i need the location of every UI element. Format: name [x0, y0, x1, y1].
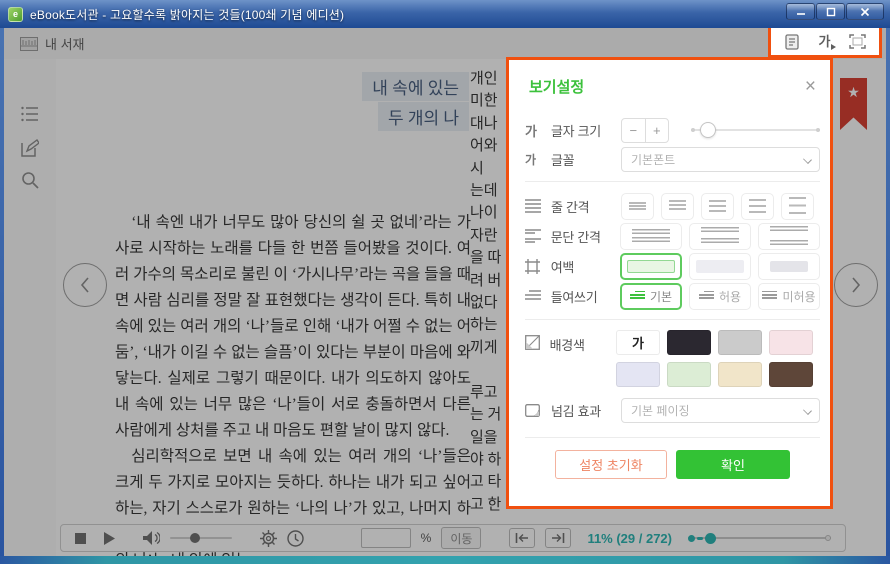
line-spacing-option-4[interactable]	[741, 193, 774, 220]
font-size-stepper: − +	[621, 118, 669, 143]
font-family-value: 기본폰트	[631, 151, 675, 168]
line-spacing-option-2[interactable]	[661, 193, 694, 220]
indent-option-default-selected[interactable]: 기본	[620, 283, 682, 310]
chevron-down-icon	[803, 406, 812, 415]
paragraph-spacing-option-2[interactable]	[689, 223, 751, 250]
indent-label: 들여쓰기	[551, 287, 620, 306]
chevron-down-icon	[803, 155, 812, 164]
reset-settings-button[interactable]: 설정 초기화	[555, 450, 667, 479]
indent-option-icon	[762, 291, 777, 302]
minimize-button[interactable]	[786, 3, 815, 20]
page-effect-value: 기본 페이징	[631, 402, 690, 419]
paragraph-spacing-icon	[525, 229, 551, 243]
view-settings-icon[interactable]	[784, 34, 800, 50]
line-spacing-option-5[interactable]	[781, 193, 814, 220]
client-area: 내 서재 내 속에 있는 두 개의 나 ‘내 속엔 내가 너무도 많아 당신의 …	[4, 28, 886, 556]
line-spacing-option-3[interactable]	[701, 193, 734, 220]
margin-option-2[interactable]	[689, 253, 751, 280]
bg-swatch-white[interactable]: 가	[616, 330, 660, 355]
fullscreen-icon[interactable]	[849, 34, 866, 49]
margin-icon	[525, 259, 551, 274]
indent-icon	[525, 290, 551, 302]
font-size-slider-knob[interactable]	[700, 122, 716, 138]
font-family-label: 글꼴	[551, 150, 621, 169]
bg-swatch-brown[interactable]	[769, 362, 813, 387]
indent-option-disallow[interactable]: 미허용	[758, 283, 820, 310]
close-button[interactable]	[846, 3, 884, 20]
margin-option-1-selected[interactable]	[620, 253, 682, 280]
bg-swatch-gray[interactable]	[718, 330, 762, 355]
line-spacing-icon	[525, 199, 551, 213]
background-color-icon	[525, 335, 550, 350]
app-icon: e	[8, 7, 23, 22]
bg-swatch-beige[interactable]	[718, 362, 762, 387]
font-settings-icon[interactable]: 가	[819, 35, 831, 48]
line-spacing-label: 줄 간격	[551, 197, 621, 216]
paragraph-spacing-option-3[interactable]	[758, 223, 820, 250]
background-color-label: 배경색	[550, 335, 616, 354]
view-settings-panel: 보기설정 × 가 글자 크기 − +	[506, 57, 833, 509]
indent-option-label: 허용	[719, 288, 741, 305]
panel-title: 보기설정	[529, 76, 584, 97]
font-size-label: 글자 크기	[551, 121, 621, 140]
toolbar-annotation-box: 가	[768, 28, 882, 58]
font-size-slider[interactable]	[691, 122, 820, 138]
bg-swatch-sample-text: 가	[632, 333, 644, 352]
indent-option-icon	[630, 291, 645, 302]
confirm-button[interactable]: 확인	[676, 450, 790, 479]
bg-swatch-dark[interactable]	[667, 330, 711, 355]
bg-swatch-pink[interactable]	[769, 330, 813, 355]
indent-option-allow[interactable]: 허용	[689, 283, 751, 310]
panel-close-icon[interactable]: ×	[805, 77, 816, 96]
window-bottom-frame	[0, 556, 890, 564]
font-size-increase-button[interactable]: +	[646, 119, 669, 142]
font-family-select[interactable]: 기본폰트	[621, 147, 820, 172]
indent-option-label: 기본	[650, 288, 672, 305]
title-bar: e eBook도서관 - 고요할수록 밝아지는 것들(100쇄 기념 에디션)	[0, 0, 890, 28]
margin-option-3[interactable]	[758, 253, 820, 280]
paragraph-spacing-option-1[interactable]	[620, 223, 682, 250]
paragraph-spacing-label: 문단 간격	[551, 227, 620, 246]
page-effect-select[interactable]: 기본 페이징	[621, 398, 820, 423]
window-title: eBook도서관 - 고요할수록 밝아지는 것들(100쇄 기념 에디션)	[30, 6, 344, 23]
font-size-decrease-button[interactable]: −	[622, 119, 646, 142]
page-effect-icon	[525, 403, 551, 418]
font-family-icon: 가	[525, 151, 551, 168]
margin-label: 여백	[551, 257, 620, 276]
font-size-icon: 가	[525, 121, 551, 140]
maximize-button[interactable]	[816, 3, 845, 20]
page-effect-label: 넘김 효과	[551, 401, 621, 420]
indent-option-label: 미허용	[782, 288, 815, 305]
bg-swatch-lavender[interactable]	[616, 362, 660, 387]
indent-option-icon	[699, 291, 714, 302]
line-spacing-option-1[interactable]	[621, 193, 654, 220]
app-window: e eBook도서관 - 고요할수록 밝아지는 것들(100쇄 기념 에디션) …	[0, 0, 890, 564]
bg-swatch-light-green[interactable]	[667, 362, 711, 387]
